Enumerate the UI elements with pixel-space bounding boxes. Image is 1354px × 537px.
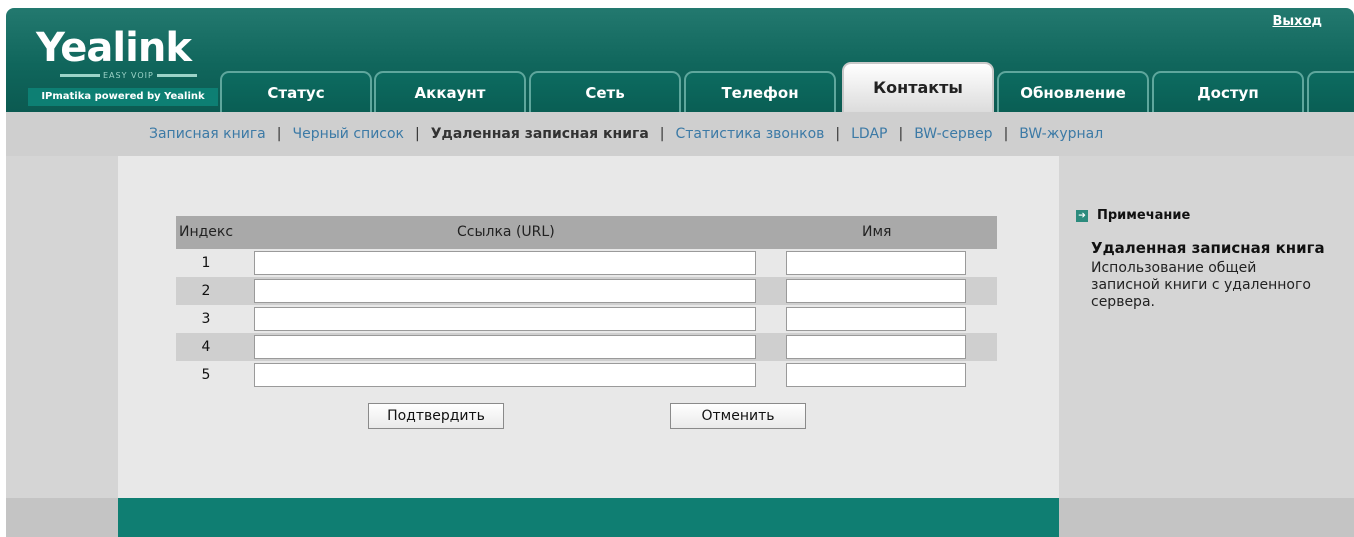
logo: Yealink (36, 25, 192, 71)
table-row: 5 (176, 361, 997, 389)
subnav-separator: | (1003, 126, 1009, 142)
table-row: 3 (176, 305, 997, 333)
logo-strip: IPmatika powered by Yealink (28, 88, 218, 106)
subnav-ldap[interactable]: LDAP (851, 126, 887, 142)
footer-bar (118, 498, 1059, 537)
note-title: Удаленная записная книга (1091, 239, 1325, 257)
row-index: 3 (201, 311, 211, 327)
name-input-5[interactable] (786, 363, 966, 387)
tab-security[interactable]: Доступ (1152, 71, 1304, 112)
note-text: Использование общей записной книги с уда… (1091, 260, 1311, 310)
row-index: 1 (201, 255, 211, 271)
page-frame: Yealink EASY VOIP IPmatika powered by Ye… (6, 8, 1354, 537)
tab-more[interactable] (1307, 71, 1354, 112)
header: Yealink EASY VOIP IPmatika powered by Ye… (6, 8, 1354, 112)
tab-contacts[interactable]: Контакты (842, 62, 994, 112)
url-input-1[interactable] (254, 251, 756, 275)
main-content: Индекс Ссылка (URL) Имя 1 2 3 4 5 (118, 156, 1059, 498)
table-header: Индекс Ссылка (URL) Имя (176, 216, 997, 249)
tab-upgrade[interactable]: Обновление (997, 71, 1149, 112)
tab-status[interactable]: Статус (220, 71, 372, 112)
table-row: 4 (176, 333, 997, 361)
url-input-3[interactable] (254, 307, 756, 331)
name-input-2[interactable] (786, 279, 966, 303)
row-index: 4 (201, 339, 211, 355)
subnav-separator: | (415, 126, 420, 142)
table-row: 1 (176, 249, 997, 277)
right-footer (1059, 498, 1354, 537)
remote-phonebook-table: Индекс Ссылка (URL) Имя 1 2 3 4 5 (176, 216, 997, 389)
url-input-4[interactable] (254, 335, 756, 359)
subnav-separator: | (659, 126, 665, 142)
column-header-name: Имя (862, 224, 892, 240)
arrow-right-icon: ➔ (1076, 210, 1088, 222)
note-heading: Примечание (1097, 208, 1191, 223)
url-input-2[interactable] (254, 279, 756, 303)
name-input-4[interactable] (786, 335, 966, 359)
url-input-5[interactable] (254, 363, 756, 387)
confirm-button[interactable]: Подтвердить (368, 403, 504, 429)
name-input-1[interactable] (786, 251, 966, 275)
tab-account[interactable]: Аккаунт (374, 71, 526, 112)
subnav-bw-log[interactable]: BW-журнал (1019, 126, 1103, 142)
subnav-separator: | (276, 126, 282, 142)
tab-network[interactable]: Сеть (529, 71, 681, 112)
subnav-separator: | (898, 126, 904, 142)
column-header-url: Ссылка (URL) (457, 224, 555, 240)
subnav-phonebook[interactable]: Записная книга (149, 126, 266, 142)
left-column (6, 156, 118, 537)
subnav-remote-phonebook[interactable]: Удаленная записная книга (431, 126, 649, 142)
table-row: 2 (176, 277, 997, 305)
cancel-button[interactable]: Отменить (670, 403, 806, 429)
name-input-3[interactable] (786, 307, 966, 331)
logout-link[interactable]: Выход (1273, 14, 1322, 29)
subnav-separator: | (835, 126, 841, 142)
sub-navigation: Записная книга | Черный список | Удаленная з… (6, 112, 1354, 156)
subnav-blacklist[interactable]: Черный список (292, 126, 404, 142)
tab-phone[interactable]: Телефон (684, 71, 836, 112)
left-footer (6, 498, 118, 537)
subnav-bw-server[interactable]: BW-сервер (914, 126, 992, 142)
row-index: 2 (201, 283, 211, 299)
row-index: 5 (201, 367, 211, 383)
logo-tagline: EASY VOIP (57, 71, 200, 81)
column-header-index: Индекс (179, 224, 234, 240)
subnav-call-log[interactable]: Статистика звонков (676, 126, 825, 142)
